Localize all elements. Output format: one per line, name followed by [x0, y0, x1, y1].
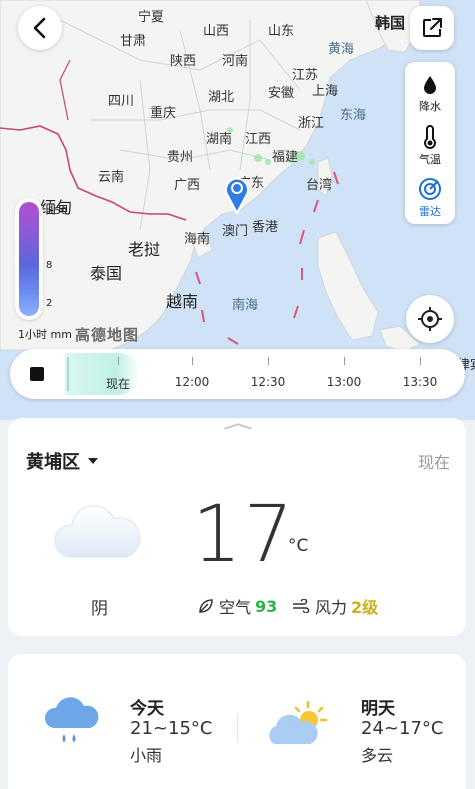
forecast-day: 今天: [130, 699, 164, 719]
map-place-label: 湖南: [206, 132, 233, 147]
current-weather-card: 黄埔区 现在 17 °C 阴 空气 93 风力 2级: [8, 418, 466, 636]
location-name: 黄埔区: [26, 452, 80, 473]
legend-level-high: ≥50: [46, 206, 68, 217]
temperature-unit: °C: [288, 536, 309, 556]
map-place-label: 江西: [245, 132, 272, 147]
map-place-label: 四川: [108, 94, 135, 109]
stop-button[interactable]: [30, 367, 44, 381]
timeline-tick: [192, 357, 193, 365]
map-place-label: 安徽: [268, 86, 295, 101]
sheet-handle-icon[interactable]: [218, 422, 258, 430]
air-value: 93: [255, 596, 278, 616]
wind-value: 2级: [351, 598, 379, 617]
layer-label: 气温: [419, 153, 441, 166]
caret-down-icon: [88, 458, 98, 464]
timeline-label[interactable]: 12:00: [175, 375, 210, 389]
map-place-label: 黄海: [328, 42, 355, 57]
timeline-tick: [420, 357, 421, 365]
map-place-label: 台湾: [306, 178, 333, 193]
timeline-label[interactable]: 13:30: [403, 375, 438, 389]
wind-label: 风力: [315, 598, 348, 617]
map-place-label: 重庆: [150, 106, 177, 121]
layer-panel: 降水 气温 雷达: [405, 62, 455, 224]
map-place-label: 澳门: [222, 224, 249, 239]
timeline-label[interactable]: 13:00: [327, 375, 362, 389]
map-place-label: 湖北: [208, 90, 235, 105]
air-quality[interactable]: 空气 93: [198, 594, 277, 618]
forecast-range: 21~15°C: [130, 718, 213, 739]
map-place-label: 云南: [98, 170, 125, 185]
temperature-value: 17: [192, 490, 296, 580]
layer-label: 雷达: [419, 205, 441, 218]
locate-button[interactable]: [406, 295, 454, 343]
map-place-label: 河南: [222, 54, 249, 69]
forecast-separator: [237, 714, 238, 742]
thermometer-icon: [424, 125, 436, 149]
layer-temperature[interactable]: 气温: [405, 120, 455, 172]
time-label: 现在: [417, 453, 450, 472]
layer-label: 降水: [419, 100, 441, 113]
timeline-tick: [268, 357, 269, 365]
timeline-divider: [67, 357, 69, 391]
legend-color-bar: [19, 202, 39, 316]
precipitation-legend: [15, 198, 43, 320]
map-place-label: 浙江: [298, 116, 325, 131]
map-place-label: 老挝: [128, 240, 161, 259]
leaf-icon: [199, 599, 213, 613]
timeline-tick: [118, 357, 119, 365]
map-place-label: 海南: [184, 232, 211, 247]
share-icon: [423, 18, 442, 37]
wind-icon: [293, 599, 310, 613]
map-place-label: 广西: [174, 178, 201, 193]
map-place-label: 上海: [312, 84, 339, 99]
back-button[interactable]: [18, 6, 62, 50]
forecast-range: 24~17°C: [361, 718, 444, 739]
layer-radar[interactable]: 雷达: [405, 172, 455, 224]
map-place-label: 陕西: [170, 54, 197, 69]
weather-condition: 阴: [91, 599, 108, 619]
rain-cloud-icon: [44, 697, 99, 742]
map-brand-logo: 高德地图: [75, 326, 140, 344]
radar-timeline[interactable]: 现在 12:00 12:30 13:00 13:30: [10, 349, 465, 399]
chevron-left-icon: [33, 17, 46, 39]
location-selector[interactable]: 黄埔区: [26, 448, 98, 474]
share-button[interactable]: [410, 6, 454, 50]
timeline-label[interactable]: 现在: [106, 375, 130, 392]
legend-level-low: 2: [46, 298, 53, 309]
map-place-label: 韩国: [375, 14, 406, 32]
map-place-label: 福建: [272, 150, 299, 165]
map-place-label: 香港: [252, 220, 279, 235]
forecast-day: 明天: [361, 699, 395, 719]
map-place-label: 东海: [340, 108, 367, 123]
drop-icon: [424, 76, 436, 94]
timeline-label[interactable]: 12:30: [251, 375, 286, 389]
layer-precipitation[interactable]: 降水: [405, 68, 455, 120]
partly-cloudy-icon: [269, 700, 328, 744]
crosshair-icon: [418, 307, 442, 331]
air-label: 空气: [219, 598, 252, 617]
timeline-tick: [344, 357, 345, 365]
radar-icon: [419, 178, 441, 200]
forecast-card: 今天 21~15°C 小雨 明天 24~17°C 多云: [8, 654, 466, 789]
map-place-label: 越南: [166, 292, 199, 311]
map-place-label: 山西: [203, 24, 230, 39]
forecast-condition: 小雨: [130, 746, 163, 765]
map-place-label: 甘肃: [120, 34, 147, 49]
location-pin-icon[interactable]: [224, 174, 250, 214]
map-place-label: 贵州: [167, 150, 194, 165]
forecast-condition: 多云: [361, 746, 394, 765]
map-place-label: 山东: [268, 24, 295, 39]
map-place-label: 宁夏: [138, 10, 165, 25]
map-place-label: 南海: [232, 298, 259, 313]
map-place-label: 泰国: [90, 264, 123, 283]
wind-info: 风力 2级: [292, 594, 378, 618]
legend-level-mid: 8: [46, 260, 53, 271]
cloud-icon: [54, 505, 141, 558]
legend-unit: 1小时 mm: [18, 328, 72, 341]
